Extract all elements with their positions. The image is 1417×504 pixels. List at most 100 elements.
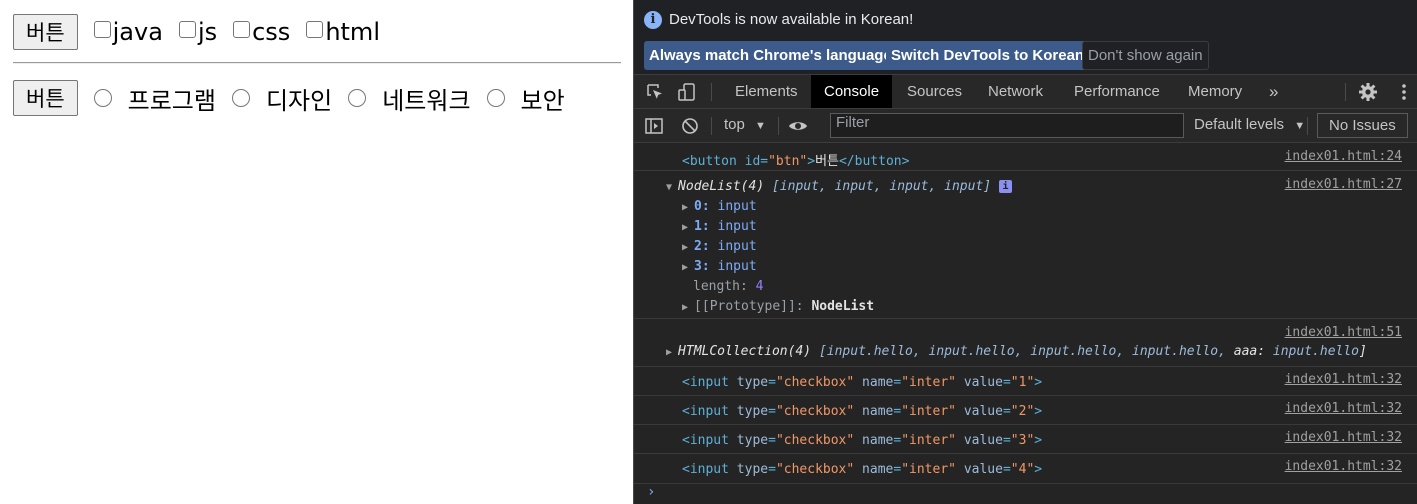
radio-circle[interactable] <box>348 89 367 107</box>
logged-element[interactable]: <button id="btn">버튼</button> <box>682 150 909 169</box>
checkbox-box[interactable] <box>233 20 251 38</box>
radio-label: 보안 <box>520 86 565 115</box>
checkbox-label: css <box>252 18 291 46</box>
devtools-tabbar: Elements Console Sources Network Perform… <box>634 74 1417 109</box>
checkbox-java[interactable]: java <box>93 18 163 46</box>
attr-value-token: "btn" <box>768 154 808 169</box>
dont-show-again-button[interactable]: Don't show again <box>1082 41 1209 70</box>
prototype-row[interactable]: ▶ [[Prototype]]: NodeList <box>682 299 874 314</box>
toolbar-divider <box>711 117 712 135</box>
logged-element[interactable]: <input type="checkbox" name="inter" valu… <box>682 404 1042 419</box>
radio-circle[interactable] <box>486 89 505 107</box>
tab-performance[interactable]: Performance <box>1061 75 1173 108</box>
attr-name-value: inter <box>909 462 949 477</box>
issues-button[interactable]: No Issues <box>1317 113 1408 138</box>
tab-sources[interactable]: Sources <box>894 75 975 108</box>
sidebar-toggle-icon[interactable] <box>644 116 664 136</box>
property-value: input <box>717 199 757 214</box>
source-link[interactable]: index01.html:32 <box>1285 401 1402 416</box>
attr-type-value: checkbox <box>783 462 847 477</box>
page-button-2[interactable]: 버튼 <box>13 80 78 116</box>
tab-elements[interactable]: Elements <box>722 75 811 108</box>
more-options-kebab-icon[interactable] <box>1394 82 1414 102</box>
radio-program[interactable]: 프로그램 <box>93 81 216 116</box>
property-row[interactable]: ▶ 2: input <box>682 239 757 254</box>
checkbox-box[interactable] <box>306 20 324 38</box>
radio-network[interactable]: 네트워크 <box>348 81 471 116</box>
inspect-element-icon[interactable] <box>645 82 665 102</box>
tab-console[interactable]: Console <box>811 75 893 108</box>
source-link[interactable]: index01.html:51 <box>1285 325 1402 340</box>
context-label: top <box>724 116 745 133</box>
source-link[interactable]: index01.html:24 <box>1285 149 1402 164</box>
logged-element[interactable]: <input type="checkbox" name="inter" valu… <box>682 375 1042 390</box>
radio-label: 프로그램 <box>127 86 216 115</box>
filter-input[interactable]: Filter <box>830 113 1184 138</box>
attr-type-value: checkbox <box>783 404 847 419</box>
live-expression-eye-icon[interactable] <box>788 116 808 136</box>
page-button-1[interactable]: 버튼 <box>13 14 78 50</box>
logged-element[interactable]: <input type="checkbox" name="inter" valu… <box>682 433 1042 448</box>
length-row: length: 4 <box>693 279 764 294</box>
context-selector[interactable]: top ▼ <box>724 116 766 133</box>
property-key: 2 <box>694 239 702 254</box>
logged-element[interactable]: <input type="checkbox" name="inter" valu… <box>682 462 1042 477</box>
property-value: input <box>717 219 757 234</box>
attr-name-value: inter <box>909 404 949 419</box>
attr-value-value: 4 <box>1018 462 1027 477</box>
source-link[interactable]: index01.html:32 <box>1285 372 1402 387</box>
tab-network[interactable]: Network <box>975 75 1056 108</box>
console-message: index01.html:51 ▶ HTMLCollection(4) [inp… <box>634 319 1417 367</box>
switch-to-korean-button[interactable]: Switch DevTools to Korean <box>886 41 1090 70</box>
device-toolbar-icon[interactable] <box>677 82 697 102</box>
tab-memory[interactable]: Memory <box>1175 75 1255 108</box>
property-row[interactable]: ▶ 1: input <box>682 219 757 234</box>
checkbox-box[interactable] <box>93 20 111 38</box>
info-badge-icon[interactable]: i <box>998 180 1012 193</box>
htmlcollection-summary[interactable]: ▶ HTMLCollection(4) [input.hello, input.… <box>666 344 1367 359</box>
console-message: <input type="checkbox" name="inter" valu… <box>634 454 1417 484</box>
checkbox-css[interactable]: css <box>233 18 290 46</box>
settings-gear-icon[interactable] <box>1358 82 1378 102</box>
property-key: 0 <box>694 199 702 214</box>
console-prompt[interactable]: › <box>647 484 655 500</box>
toolbar-divider <box>778 117 779 135</box>
object-preview: [input.hello, input.hello, input.hello, … <box>818 344 1234 359</box>
collapse-triangle-icon: ▶ <box>682 262 695 273</box>
source-link[interactable]: index01.html:27 <box>1285 177 1402 192</box>
radio-circle[interactable] <box>93 89 112 107</box>
radio-circle[interactable] <box>231 89 250 107</box>
property-row[interactable]: ▶ 3: input <box>682 259 757 274</box>
attr-type-value: checkbox <box>783 433 847 448</box>
console-message: <input type="checkbox" name="inter" valu… <box>634 367 1417 396</box>
log-levels-dropdown[interactable]: Default levels ▼ <box>1194 116 1305 133</box>
source-link[interactable]: index01.html:32 <box>1285 430 1402 445</box>
attr-type-value: checkbox <box>783 375 847 390</box>
object-preview-close: ] <box>1359 344 1367 359</box>
property-value: NodeList <box>811 299 875 314</box>
toolbar-divider <box>1345 83 1346 101</box>
tag-token: <button id= <box>682 154 769 169</box>
object-preview: [input, input, input, input] <box>771 179 992 194</box>
more-tabs-button[interactable]: » <box>1256 75 1291 108</box>
object-name: NodeList(4) <box>678 179 765 194</box>
webpage-viewport: 버튼 java js css html 버튼 프로그램 디자인 네트워크 보안 <box>0 0 633 504</box>
console-filterbar: top ▼ Filter Default levels ▼ No Issues <box>634 109 1417 143</box>
clear-console-icon[interactable] <box>680 116 700 136</box>
nodelist-summary[interactable]: ▼ NodeList(4) [input, input, input, inpu… <box>666 179 1012 194</box>
property-value: input <box>717 239 757 254</box>
radio-design[interactable]: 디자인 <box>231 81 332 116</box>
radio-security[interactable]: 보안 <box>486 81 565 116</box>
always-match-language-button[interactable]: Always match Chrome's language <box>644 41 897 70</box>
property-row[interactable]: ▶ 0: input <box>682 199 757 214</box>
attr-value-value: 3 <box>1018 433 1027 448</box>
checkbox-html[interactable]: html <box>306 18 380 46</box>
expand-triangle-icon: ▼ <box>666 182 679 193</box>
attr-value-value: 1 <box>1018 375 1027 390</box>
collapse-triangle-icon: ▶ <box>682 302 695 313</box>
source-link[interactable]: index01.html:32 <box>1285 459 1402 474</box>
info-icon: i <box>644 11 662 29</box>
checkbox-box[interactable] <box>178 20 196 38</box>
object-name: HTMLCollection(4) <box>678 344 812 359</box>
checkbox-js[interactable]: js <box>178 18 217 46</box>
